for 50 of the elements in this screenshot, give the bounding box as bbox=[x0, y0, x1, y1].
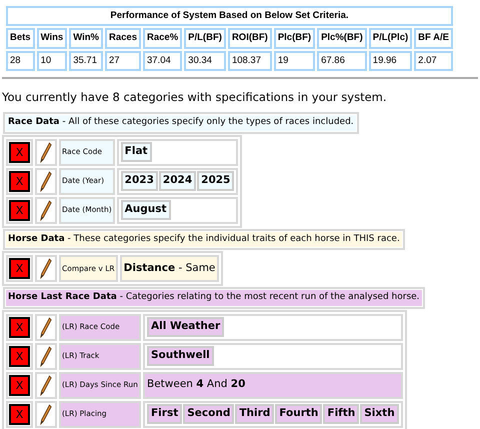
delete-button[interactable]: X bbox=[9, 316, 30, 338]
table-cell: 10 bbox=[36, 50, 68, 71]
value-text: Between 4 And 20 bbox=[143, 372, 403, 398]
value-chip: Southwell bbox=[147, 346, 214, 366]
section-header: Horse Last Race Data - Categories relating to the most recent run of the analysed horse. bbox=[6, 290, 422, 306]
value-chip: Flat bbox=[120, 142, 152, 162]
column-header: P/L(Plc) bbox=[368, 28, 412, 48]
value-chip: Fifth bbox=[323, 404, 360, 424]
delete-button[interactable]: X bbox=[9, 374, 30, 396]
table-cell: 28 bbox=[6, 50, 35, 71]
table-cell: 108.37 bbox=[228, 50, 272, 71]
value-chip: All Weather bbox=[147, 317, 224, 337]
section-header: Race Data - All of these categories specify only the types of races included. bbox=[6, 115, 356, 130]
value-chip: Sixth bbox=[360, 404, 399, 424]
column-header: Plc%(BF) bbox=[317, 28, 367, 48]
column-header: Races bbox=[104, 28, 141, 48]
column-header: Bets bbox=[6, 28, 35, 48]
value-text: Distance - Same bbox=[120, 255, 220, 282]
value-chip: First bbox=[147, 404, 182, 424]
table-cell: 2.07 bbox=[414, 50, 453, 71]
table-cell: 27 bbox=[104, 50, 141, 71]
delete-button[interactable]: X bbox=[9, 346, 30, 366]
delete-button[interactable]: X bbox=[9, 404, 30, 424]
value-chip: 2023 bbox=[120, 171, 158, 191]
value-chip: Second bbox=[183, 404, 234, 424]
value-chip: August bbox=[120, 200, 171, 220]
delete-button[interactable]: X bbox=[9, 170, 30, 192]
summary-text: You currently have 8 categories with specifications in your system. bbox=[2, 88, 388, 106]
table-cell: 35.71 bbox=[69, 50, 103, 71]
delete-button[interactable]: X bbox=[9, 258, 30, 279]
table-cell: 67.86 bbox=[317, 50, 367, 71]
table-title: Performance of System Based on Below Set Criteria. bbox=[6, 6, 453, 26]
table-cell: 19.96 bbox=[368, 50, 412, 71]
column-header: ROI(BF) bbox=[228, 28, 272, 48]
value-chip: Third bbox=[235, 404, 274, 424]
column-header: Plc(BF) bbox=[274, 28, 316, 48]
table-cell: 19 bbox=[274, 50, 316, 71]
value-chip: 2025 bbox=[197, 171, 234, 191]
delete-button[interactable]: X bbox=[9, 142, 30, 162]
column-header: Wins bbox=[36, 28, 68, 48]
column-header: Win% bbox=[69, 28, 103, 48]
table-cell: 30.34 bbox=[184, 50, 226, 71]
value-chip: Fourth bbox=[275, 404, 322, 424]
value-chip: 2024 bbox=[158, 171, 196, 191]
delete-button[interactable]: X bbox=[9, 200, 30, 220]
column-header: Race% bbox=[142, 28, 182, 48]
table-cell: 37.04 bbox=[142, 50, 182, 71]
column-header: BF A/E bbox=[414, 28, 453, 48]
column-header: P/L(BF) bbox=[184, 28, 226, 48]
section-header: Horse Data - These categories specify the individual traits of each horse in THIS race. bbox=[6, 232, 402, 247]
